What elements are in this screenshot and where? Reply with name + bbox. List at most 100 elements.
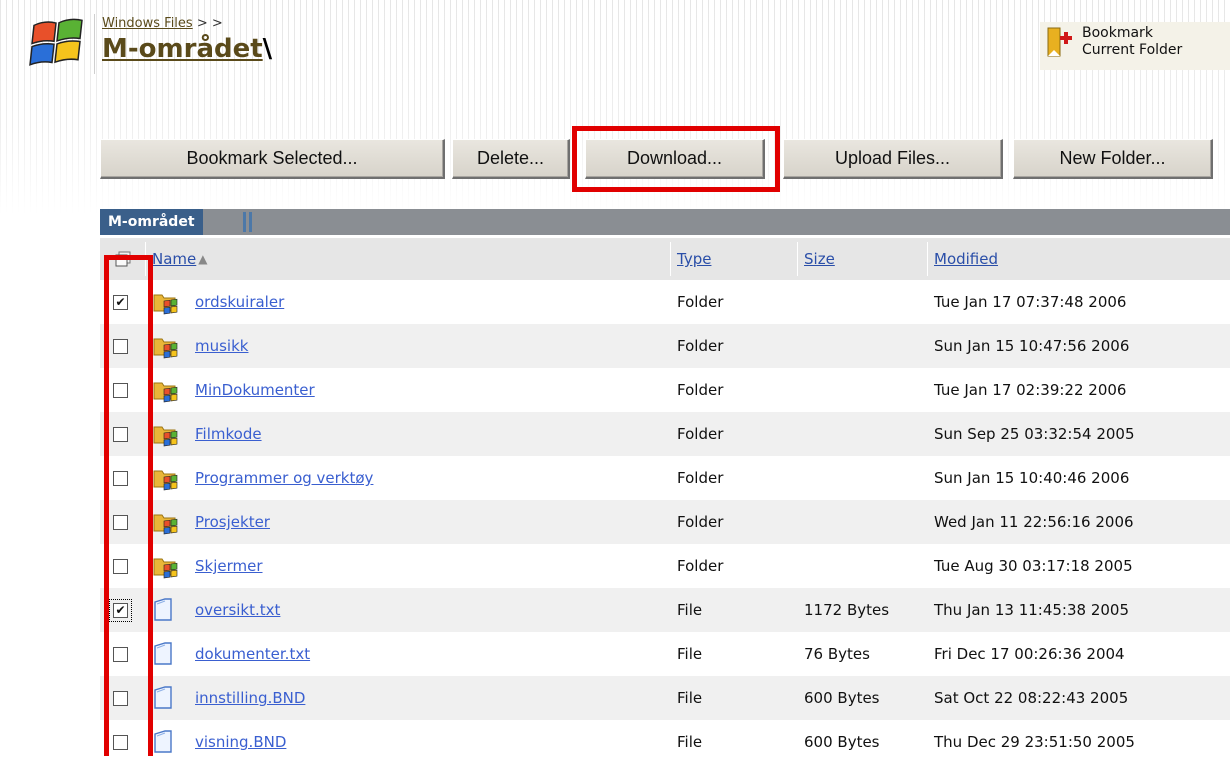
row-type: Folder	[677, 513, 724, 531]
column-header-size[interactable]: Size	[804, 238, 835, 280]
row-size: 600 Bytes	[804, 689, 880, 707]
table-row[interactable]: Skjermer Folder Tue Aug 30 03:17:18 2005	[100, 544, 1230, 588]
row-checkbox[interactable]	[113, 426, 128, 442]
new-folder-button[interactable]: New Folder...	[1013, 139, 1213, 179]
file-name-link[interactable]: Prosjekter	[195, 513, 270, 531]
row-type: Folder	[677, 557, 724, 575]
select-all-icon[interactable]	[114, 238, 132, 280]
bookmark-selected-button[interactable]: Bookmark Selected...	[100, 139, 445, 179]
folder-title-link[interactable]: M-området	[102, 34, 263, 64]
row-checkbox-cell: ✔	[109, 588, 132, 632]
sort-by-type-link[interactable]: Type	[677, 250, 711, 268]
row-checkbox-cell	[113, 632, 128, 676]
file-name-link[interactable]: MinDokumenter	[195, 381, 315, 399]
file-name-link[interactable]: visning.BND	[195, 733, 286, 751]
row-size: 76 Bytes	[804, 645, 870, 663]
breadcrumb-separator: > >	[196, 16, 223, 31]
row-checkbox[interactable]	[113, 646, 128, 662]
row-modified: Sun Sep 25 03:32:54 2005	[934, 425, 1135, 443]
row-checkbox-cell: ✔	[113, 280, 128, 324]
row-checkbox[interactable]: ✔	[109, 598, 132, 622]
row-checkbox[interactable]	[113, 470, 128, 486]
file-name-link[interactable]: oversikt.txt	[195, 601, 280, 619]
tab-current-folder[interactable]: M-området	[100, 209, 203, 235]
table-row[interactable]: MinDokumenter Folder Tue Jan 17 02:39:22 2…	[100, 368, 1230, 412]
table-row[interactable]: Filmkode Folder Sun Sep 25 03:32:54 2005	[100, 412, 1230, 456]
table-row[interactable]: ✔ ordskuiraler Folder Tue Jan 17 07:37:48 2…	[100, 280, 1230, 324]
upload-files-button[interactable]: Upload Files...	[783, 139, 1003, 179]
file-icon	[153, 720, 173, 764]
file-name-link[interactable]: dokumenter.txt	[195, 645, 310, 663]
row-modified: Thu Dec 29 23:51:50 2005	[934, 733, 1135, 751]
row-type: Folder	[677, 425, 724, 443]
table-row[interactable]: musikk Folder Sun Jan 15 10:47:56 2006	[100, 324, 1230, 368]
file-name-link[interactable]: musikk	[195, 337, 248, 355]
row-name: oversikt.txt	[195, 588, 280, 632]
sort-by-name-link[interactable]: Name	[152, 250, 196, 268]
row-type: Folder	[677, 293, 724, 311]
row-modified: Fri Dec 17 00:26:36 2004	[934, 645, 1125, 663]
table-row[interactable]: Programmer og verktøy Folder Sun Jan 15 10…	[100, 456, 1230, 500]
row-type: Folder	[677, 337, 724, 355]
header-divider	[94, 14, 95, 74]
column-header-modified[interactable]: Modified	[934, 238, 998, 280]
breadcrumb: Windows Files > >	[102, 16, 223, 31]
row-checkbox-cell	[113, 368, 128, 412]
row-checkbox[interactable]	[113, 734, 128, 750]
download-button[interactable]: Download...	[585, 139, 765, 179]
row-checkbox[interactable]: ✔	[113, 294, 128, 310]
bookmark-add-icon	[1047, 27, 1072, 57]
file-icon	[153, 632, 173, 676]
toolbar: Bookmark Selected... Delete... Download.…	[0, 139, 1230, 179]
table-row[interactable]: dokumenter.txt File 76 Bytes Fri Dec 17 00:…	[100, 632, 1230, 676]
row-type: File	[677, 645, 703, 663]
bookmark-current-line2: Current Folder	[1082, 42, 1183, 58]
row-modified: Thu Jan 13 11:45:38 2005	[934, 601, 1129, 619]
windows-logo-icon	[29, 18, 83, 66]
row-name: Skjermer	[195, 544, 263, 588]
row-checkbox[interactable]	[113, 514, 128, 530]
table-row[interactable]: Prosjekter Folder Wed Jan 11 22:56:16 2006	[100, 500, 1230, 544]
column-header-type[interactable]: Type	[677, 238, 711, 280]
delete-button[interactable]: Delete...	[452, 139, 570, 179]
table-row[interactable]: ✔ oversikt.txt File 1172 Bytes Thu Jan 13 11…	[100, 588, 1230, 632]
column-separator	[145, 242, 146, 276]
row-name: Prosjekter	[195, 500, 270, 544]
row-checkbox[interactable]	[113, 382, 128, 398]
row-name: musikk	[195, 324, 248, 368]
table-row[interactable]: innstilling.BND File 600 Bytes Sat Oct 22 0…	[100, 676, 1230, 720]
row-checkbox[interactable]	[113, 338, 128, 354]
folder-tab-bar: M-området	[100, 209, 1230, 235]
breadcrumb-windows-files-link[interactable]: Windows Files	[102, 16, 193, 31]
row-name: ordskuiraler	[195, 280, 284, 324]
file-name-link[interactable]: Skjermer	[195, 557, 263, 575]
folder-icon	[153, 368, 179, 412]
file-icon	[153, 588, 173, 632]
row-modified: Tue Aug 30 03:17:18 2005	[934, 557, 1133, 575]
sort-by-size-link[interactable]: Size	[804, 250, 835, 268]
file-name-link[interactable]: Programmer og verktøy	[195, 469, 373, 487]
row-checkbox[interactable]	[113, 558, 128, 574]
column-separator	[670, 242, 671, 276]
row-type: Folder	[677, 381, 724, 399]
table-row[interactable]: visning.BND File 600 Bytes Thu Dec 29 23:51…	[100, 720, 1230, 764]
row-type: File	[677, 601, 703, 619]
row-name: Filmkode	[195, 412, 262, 456]
sort-by-modified-link[interactable]: Modified	[934, 250, 998, 268]
file-name-link[interactable]: ordskuiraler	[195, 293, 284, 311]
row-modified: Wed Jan 11 22:56:16 2006	[934, 513, 1134, 531]
folder-icon	[153, 280, 179, 324]
row-name: innstilling.BND	[195, 676, 305, 720]
column-header-name[interactable]: Name ▲	[152, 238, 208, 280]
row-size: 600 Bytes	[804, 733, 880, 751]
row-name: dokumenter.txt	[195, 632, 310, 676]
row-type: File	[677, 733, 703, 751]
row-checkbox[interactable]	[113, 690, 128, 706]
file-name-link[interactable]: Filmkode	[195, 425, 262, 443]
row-modified: Tue Jan 17 02:39:22 2006	[934, 381, 1127, 399]
bookmark-current-folder-button[interactable]: Bookmark Current Folder	[1040, 22, 1230, 70]
row-checkbox-cell	[113, 324, 128, 368]
file-name-link[interactable]: innstilling.BND	[195, 689, 305, 707]
row-checkbox-cell	[113, 456, 128, 500]
row-type: Folder	[677, 469, 724, 487]
